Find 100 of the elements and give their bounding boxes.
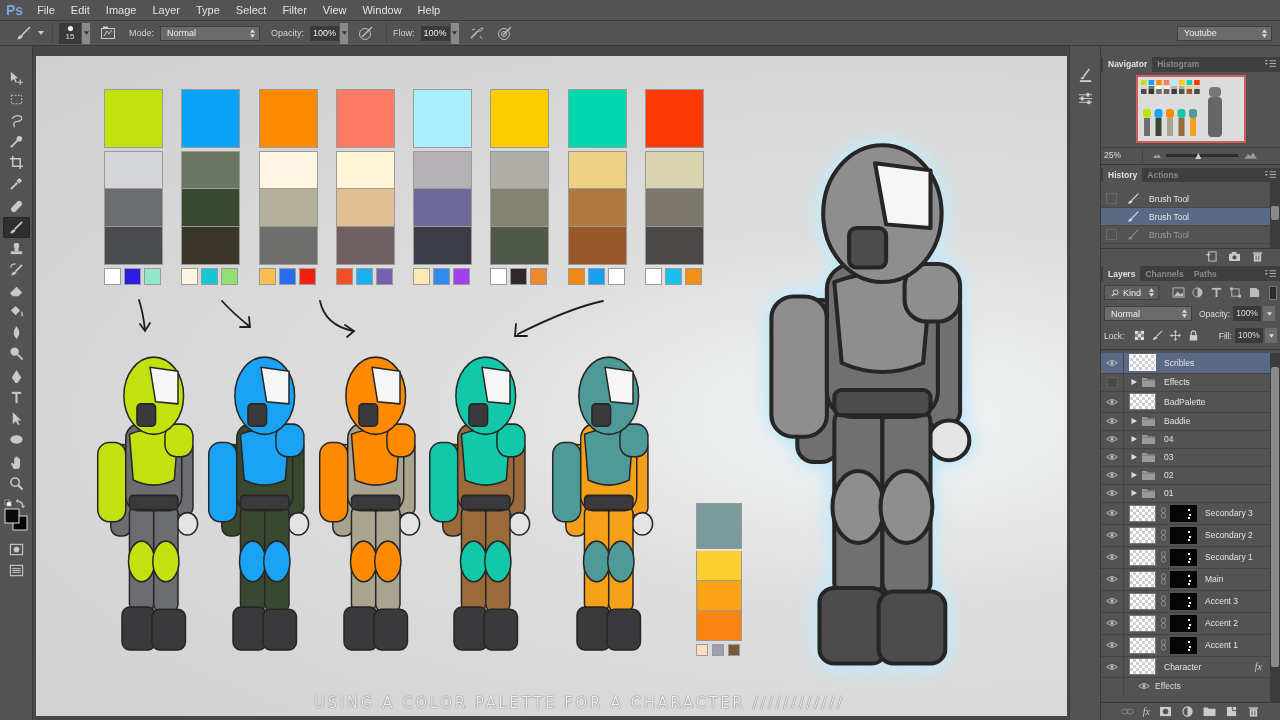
airbrush-icon[interactable] (468, 25, 485, 41)
caret-icon[interactable] (38, 31, 44, 35)
layer-mask-icon[interactable] (1159, 706, 1172, 718)
panel-menu-icon[interactable] (1265, 269, 1276, 278)
eye-icon[interactable] (1106, 619, 1118, 628)
layer-style-button[interactable]: fx (1142, 706, 1150, 718)
eye-icon[interactable] (1106, 553, 1118, 562)
flow-field[interactable]: 100% (420, 25, 450, 41)
layer-row[interactable]: Main (1101, 568, 1270, 591)
type-filter-icon[interactable] (1210, 287, 1223, 299)
filter-toggle[interactable] (1269, 285, 1277, 300)
eye-icon[interactable] (1106, 471, 1118, 480)
opacity-field[interactable]: 100% (1233, 306, 1262, 322)
expand-triangle-icon[interactable] (1131, 379, 1137, 386)
eye-icon[interactable] (1106, 597, 1118, 606)
shape-filter-icon[interactable] (1248, 287, 1261, 299)
slider-thumb[interactable] (1195, 153, 1202, 160)
expand-triangle-icon[interactable] (1131, 454, 1137, 461)
layer-row[interactable]: 03 (1101, 448, 1270, 467)
menu-item[interactable]: Image (99, 0, 143, 20)
layer-row[interactable]: Secondary 2 (1101, 524, 1270, 547)
opacity-field[interactable]: 100% (310, 25, 340, 41)
transform-filter-icon[interactable] (1229, 287, 1242, 299)
filter-dropdown[interactable]: Kind (1104, 285, 1159, 301)
fill-field[interactable]: 100% (1235, 328, 1263, 344)
layer-row[interactable]: 04 (1101, 430, 1270, 449)
layer-row[interactable]: Character fx (1101, 656, 1270, 678)
adjustment-filter-icon[interactable] (1191, 287, 1204, 299)
zoom-field[interactable]: 25% (1101, 148, 1143, 164)
expand-triangle-icon[interactable] (1131, 472, 1137, 479)
dropdown-button[interactable] (340, 22, 349, 44)
dropdown-button[interactable] (450, 22, 459, 44)
lock-position-icon[interactable] (1170, 330, 1182, 342)
menu-item[interactable]: Edit (64, 0, 96, 20)
menu-item[interactable]: Window (356, 0, 408, 20)
menu-item[interactable]: Type (189, 0, 226, 20)
menu-item[interactable]: Filter (276, 0, 313, 20)
layer-row[interactable]: Accent 3 (1101, 590, 1270, 613)
folder-icon[interactable] (1203, 706, 1216, 718)
zoom-slider[interactable] (1166, 154, 1238, 158)
panel-menu-icon[interactable] (1265, 60, 1276, 69)
workspace-dropdown[interactable]: Youtube (1177, 25, 1272, 41)
dropdown-button[interactable] (1263, 306, 1276, 322)
panel-tab[interactable]: Navigator (1103, 57, 1153, 72)
tool-button[interactable] (2, 217, 30, 238)
layer-row[interactable]: Scribles (1101, 352, 1270, 374)
eye-icon[interactable] (1106, 417, 1118, 426)
panel-tab[interactable]: Channels (1140, 266, 1189, 281)
layer-row[interactable]: Secondary 3 (1101, 502, 1270, 525)
large-mountain-icon[interactable] (1244, 152, 1257, 160)
lock-transparency-icon[interactable] (1134, 330, 1146, 342)
eye-icon[interactable] (1106, 662, 1118, 671)
navigator-preview-drawing[interactable] (1135, 75, 1246, 144)
menu-item[interactable]: View (316, 0, 353, 20)
target-slash-icon[interactable] (496, 25, 513, 41)
padlock-icon[interactable] (1188, 330, 1200, 342)
brush-icon[interactable] (16, 25, 32, 41)
layer-row[interactable]: Accent 2 (1101, 612, 1270, 635)
lock-brush-icon[interactable] (1152, 330, 1164, 342)
dropdown-button[interactable] (82, 22, 90, 44)
camera-icon[interactable] (1228, 251, 1241, 263)
effects-badge[interactable]: fx (1254, 661, 1262, 673)
foreground-background-colors-icon[interactable] (3, 499, 29, 533)
layer-row[interactable]: Baddie (1101, 412, 1270, 431)
layer-row[interactable]: Secondary 1 (1101, 546, 1270, 569)
brush-icon[interactable] (1077, 68, 1093, 83)
blend-mode-dropdown[interactable]: Normal (1104, 306, 1192, 322)
panel-tab[interactable]: Layers (1103, 266, 1141, 281)
chart-folder-icon[interactable] (100, 25, 116, 41)
expand-triangle-icon[interactable] (1131, 490, 1137, 497)
menu-item[interactable]: File (31, 0, 61, 20)
expand-triangle-icon[interactable] (1131, 418, 1137, 425)
eye-icon[interactable] (1106, 397, 1118, 406)
expand-triangle-icon[interactable] (1131, 436, 1137, 443)
eye-icon[interactable] (1106, 453, 1118, 462)
layer-row[interactable]: Effects (1101, 373, 1270, 392)
mode-dropdown[interactable]: Normal (160, 25, 260, 41)
history-item[interactable]: Brush Tool (1101, 208, 1270, 227)
layer-row[interactable]: 01 (1101, 484, 1270, 503)
sliders-icon[interactable] (1077, 91, 1093, 106)
eye-icon[interactable] (1106, 358, 1118, 367)
eye-icon[interactable] (1106, 531, 1118, 540)
layer-row[interactable]: Accent 1 (1101, 634, 1270, 657)
panel-tab[interactable]: History (1103, 167, 1143, 183)
eye-icon[interactable] (1106, 435, 1118, 444)
layer-row[interactable]: BadPalette (1101, 391, 1270, 413)
trash-icon[interactable] (1247, 706, 1260, 718)
eye-icon[interactable] (1106, 489, 1118, 498)
brush-preset-picker[interactable]: 15 (59, 22, 81, 44)
eye-icon[interactable] (1106, 575, 1118, 584)
image-filter-icon[interactable] (1172, 287, 1185, 299)
dropdown-button[interactable] (1265, 328, 1277, 344)
adjustment-layer-icon[interactable] (1181, 706, 1194, 718)
scrollbar[interactable] (1270, 182, 1280, 249)
circle-slash-icon[interactable] (358, 25, 375, 41)
trash-icon[interactable] (1251, 251, 1264, 263)
scrollbar[interactable] (1270, 352, 1280, 703)
eye-icon[interactable] (1106, 641, 1118, 650)
new-document-icon[interactable] (1205, 251, 1218, 263)
small-mountain-icon[interactable] (1153, 153, 1161, 159)
